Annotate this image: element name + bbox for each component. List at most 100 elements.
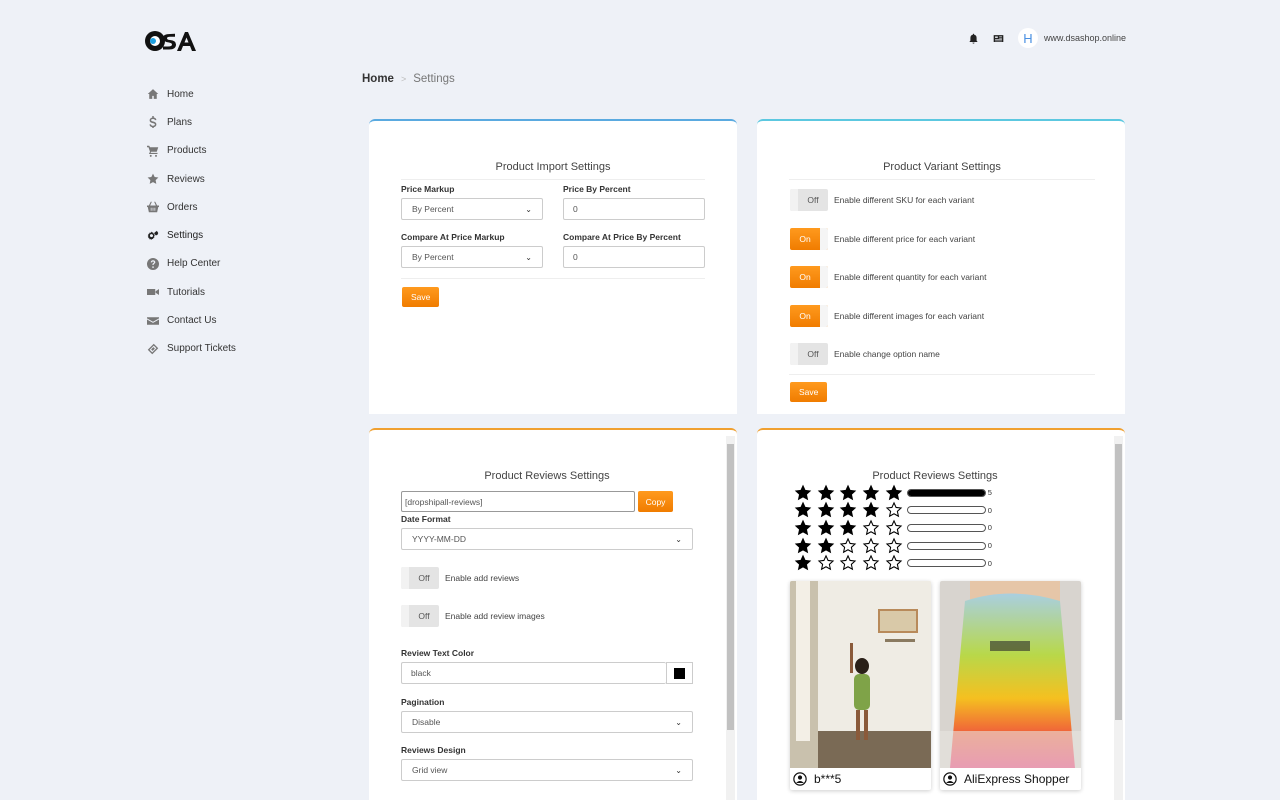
sidebar-item-label: Products xyxy=(167,145,207,157)
sidebar-item-label: Help Center xyxy=(167,258,221,270)
toggle-label: Enable different price for each variant xyxy=(834,233,976,244)
scrollbar-thumb[interactable] xyxy=(1115,444,1122,720)
price-markup-select[interactable]: By Percent ⌄ xyxy=(401,198,543,220)
review-photo[interactable] xyxy=(940,581,1081,768)
import-save-button[interactable]: Save xyxy=(402,287,440,307)
ticket-icon xyxy=(146,342,160,356)
review-user: AliExpress Shopper xyxy=(940,768,1081,790)
rating-count: 0 xyxy=(987,523,992,533)
text-color-input[interactable]: black xyxy=(401,662,666,684)
add-review-images-toggle[interactable]: Off xyxy=(401,605,439,627)
star-filled-icon xyxy=(817,537,834,553)
images-toggle[interactable]: On xyxy=(790,304,828,327)
rating-bar-fill xyxy=(907,489,985,496)
star-filled-icon xyxy=(885,484,903,501)
star-filled-icon xyxy=(840,484,857,501)
sidebar-item-support-tickets[interactable]: Support Tickets xyxy=(146,335,346,363)
news-list-icon[interactable] xyxy=(993,33,1004,44)
gears-icon xyxy=(146,229,160,243)
card-title: Product Reviews Settings xyxy=(484,470,610,482)
star-filled-icon xyxy=(862,484,880,501)
rating-bar xyxy=(906,488,986,497)
chevron-down-icon: ⌄ xyxy=(525,252,532,262)
sidebar-nav: Home Plans Products Reviews Orders Setti… xyxy=(146,80,346,363)
sidebar-item-orders[interactable]: Orders xyxy=(146,193,346,221)
color-picker-swatch[interactable] xyxy=(666,662,693,684)
sidebar-item-settings[interactable]: Settings xyxy=(146,221,346,249)
select-value: By Percent xyxy=(412,204,454,214)
toggle-label: Enable add reviews xyxy=(445,573,520,583)
sidebar-item-plans[interactable]: Plans xyxy=(146,108,346,136)
quantity-toggle[interactable]: On xyxy=(790,266,828,288)
select-value: Grid view xyxy=(412,765,448,775)
product-reviews-settings-card: Product Reviews Settings [dropshipall-re… xyxy=(369,428,737,800)
scrollbar[interactable] xyxy=(1114,436,1123,800)
rating-count: 0 xyxy=(987,541,992,551)
bell-icon[interactable] xyxy=(968,33,979,44)
price-by-percent-label: Price By Percent xyxy=(563,184,631,194)
sidebar-item-help-center[interactable]: Help Center xyxy=(146,250,346,278)
sidebar-item-products[interactable]: Products xyxy=(146,137,346,165)
date-format-select[interactable]: YYYY-MM-DD ⌄ xyxy=(401,528,693,550)
store-account[interactable]: H www.dsashop.online xyxy=(1017,28,1126,48)
price-by-percent-input[interactable]: 0 xyxy=(563,198,705,220)
star-empty-icon xyxy=(885,554,903,571)
question-icon xyxy=(146,257,160,271)
review-username: AliExpress Shopper xyxy=(964,772,1070,786)
star-filled-icon xyxy=(840,519,857,536)
rating-count: 0 xyxy=(987,558,992,568)
compare-by-percent-input[interactable]: 0 xyxy=(563,246,705,268)
pagination-select[interactable]: Disable ⌄ xyxy=(401,711,693,733)
rating-bar xyxy=(906,559,986,568)
scrollbar[interactable] xyxy=(726,436,735,800)
sidebar-item-home[interactable]: Home xyxy=(146,80,346,108)
sidebar-item-tutorials[interactable]: Tutorials xyxy=(146,278,346,306)
home-icon xyxy=(146,87,160,101)
scrollbar-thumb[interactable] xyxy=(727,444,734,730)
sku-toggle[interactable]: Off xyxy=(790,189,828,211)
card-title: Product Variant Settings xyxy=(789,161,1095,180)
rating-bar xyxy=(906,541,986,550)
star-empty-icon xyxy=(885,519,903,536)
user-icon xyxy=(943,772,957,786)
toggle-row-quantity: On Enable different quantity for each va… xyxy=(790,266,1094,288)
star-filled-icon xyxy=(794,554,812,571)
sidebar-item-label: Settings xyxy=(167,230,204,242)
toggle-row-add-reviews: Off Enable add reviews xyxy=(401,567,519,589)
chevron-down-icon: ⌄ xyxy=(675,534,682,544)
sidebar-item-reviews[interactable]: Reviews xyxy=(146,165,346,193)
star-empty-icon xyxy=(885,502,903,518)
sidebar-item-label: Reviews xyxy=(167,173,205,185)
copy-button[interactable]: Copy xyxy=(638,491,673,512)
sidebar-item-label: Support Tickets xyxy=(167,343,236,355)
product-import-settings-card: Product Import Settings Price Markup By … xyxy=(369,119,737,414)
select-value: By Percent xyxy=(412,252,454,262)
review-card[interactable]: AliExpress Shopper xyxy=(940,581,1081,790)
reviews-design-select[interactable]: Grid view ⌄ xyxy=(401,759,693,781)
breadcrumb-separator: > xyxy=(400,74,407,84)
option-name-toggle[interactable]: Off xyxy=(790,343,828,365)
star-filled-icon xyxy=(862,502,880,518)
review-card[interactable]: b***5 xyxy=(790,581,931,790)
compare-markup-label: Compare At Price Markup xyxy=(401,232,505,242)
variant-save-button[interactable]: Save xyxy=(790,382,828,402)
pagination-label: Pagination xyxy=(401,697,445,707)
top-bar: H www.dsashop.online xyxy=(968,28,1126,48)
toggle-row-price: On Enable different price for each varia… xyxy=(790,227,1094,250)
rating-row: 0 xyxy=(794,519,992,537)
star-filled-icon xyxy=(794,537,812,553)
add-reviews-toggle[interactable]: Off xyxy=(401,567,439,589)
compare-markup-select[interactable]: By Percent ⌄ xyxy=(401,246,543,268)
rating-row: 0 xyxy=(794,537,992,555)
dollar-icon xyxy=(146,115,160,129)
shortcode-input[interactable]: [dropshipall-reviews] xyxy=(401,491,635,512)
rating-bar xyxy=(906,523,986,532)
sidebar-item-contact-us[interactable]: Contact Us xyxy=(146,306,346,334)
dsa-logo[interactable] xyxy=(144,28,202,54)
star-filled-icon xyxy=(794,484,812,501)
breadcrumb-home[interactable]: Home xyxy=(362,73,394,85)
review-photo[interactable] xyxy=(790,581,931,768)
price-toggle[interactable]: On xyxy=(790,227,828,250)
video-icon xyxy=(146,285,160,299)
color-swatch xyxy=(674,667,685,679)
